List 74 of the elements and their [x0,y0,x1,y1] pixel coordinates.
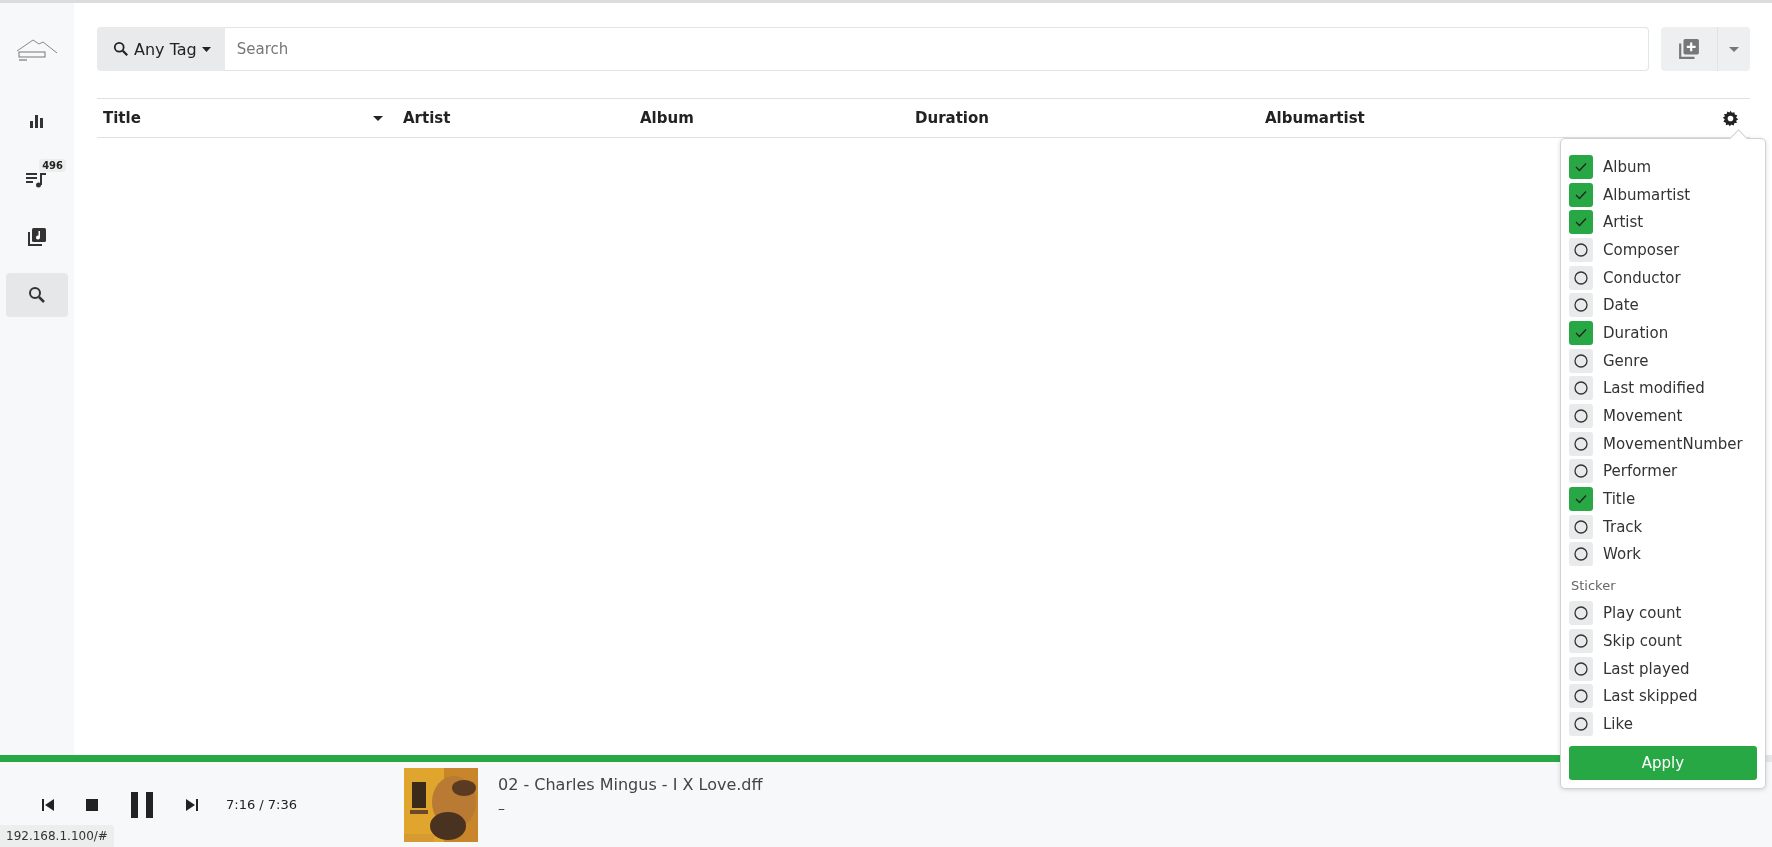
section-heading: Sticker [1571,578,1617,594]
add-to-queue-button[interactable] [1661,27,1717,71]
option-label: Skip count [1603,631,1682,650]
checkbox[interactable] [1569,542,1593,567]
caret-icon [1729,46,1739,52]
checkbox[interactable] [1569,431,1593,456]
option-label: Last skipped [1603,687,1698,706]
option-label: Track [1603,517,1643,536]
checkmark-icon [1575,217,1587,228]
checkbox[interactable] [1569,182,1593,207]
option-label: Genre [1603,351,1649,370]
add-stack-icon [1678,38,1700,60]
checkmark-icon [1575,161,1587,172]
option-label: Duration [1603,323,1669,342]
column-header[interactable]: Album [640,109,694,127]
checkbox[interactable] [1569,154,1593,179]
checkbox[interactable] [1569,487,1593,512]
checkbox[interactable] [1569,348,1593,373]
option-label: Albumartist [1603,185,1691,204]
playlist-icon [26,170,48,188]
checkbox[interactable] [1569,684,1593,709]
option-label: MovementNumber [1603,434,1743,453]
search-icon [28,286,46,304]
track-subtitle: – [498,800,506,816]
column-header[interactable]: Albumartist [1265,109,1365,127]
option-label: Performer [1603,462,1678,481]
checkmark-icon [1575,327,1587,338]
column-header[interactable]: Duration [915,109,989,127]
track-title: 02 - Charles Mingus - I X Love.dff [498,775,763,794]
checkbox[interactable] [1569,656,1593,681]
settings-icon[interactable] [1721,109,1739,127]
checkbox[interactable] [1569,404,1593,429]
bar-chart-icon [29,113,45,129]
count-badge: 496 [39,159,66,172]
playback-time: 7:16 / 7:36 [226,797,298,812]
checkmark-icon [1575,189,1587,200]
option-label: Play count [1603,604,1682,623]
pause-icon [131,791,153,818]
checkbox[interactable] [1569,210,1593,235]
option-label: Album [1603,157,1652,176]
checkbox[interactable] [1569,459,1593,484]
checkbox[interactable] [1569,237,1593,262]
music-library-icon [27,227,47,247]
option-label: Work [1603,545,1641,564]
tag-dropdown-button[interactable]: Any Tag [97,27,225,71]
status-url: 192.168.1.100/# [0,825,114,847]
previous-icon [42,798,54,811]
checkbox[interactable] [1569,711,1593,736]
next-icon [186,798,198,811]
checkbox[interactable] [1569,628,1593,653]
sidebar-item[interactable]: 496 [6,157,68,201]
checkmark-icon [1575,494,1587,505]
checkbox[interactable] [1569,320,1593,345]
column-header[interactable]: Title [103,109,141,127]
search-icon [113,41,129,57]
option-label: Artist [1603,213,1644,232]
option-label: Composer [1603,240,1680,259]
sort-caret-icon[interactable] [373,115,383,121]
checkbox[interactable] [1569,514,1593,539]
option-label: Like [1603,714,1633,733]
caret-icon [201,46,211,52]
checkbox[interactable] [1569,293,1593,318]
option-label: Last modified [1603,379,1705,398]
column-header[interactable]: Artist [403,109,451,127]
search-field[interactable]: Search [224,27,1649,71]
stop-icon [86,798,98,811]
option-label: Last played [1603,659,1690,678]
option-label: Movement [1603,407,1683,426]
option-label: Date [1603,296,1639,315]
checkbox[interactable] [1569,265,1593,290]
checkbox[interactable] [1569,601,1593,626]
option-label: Conductor [1603,268,1681,287]
checkbox[interactable] [1569,376,1593,401]
option-label: Title [1603,490,1636,509]
